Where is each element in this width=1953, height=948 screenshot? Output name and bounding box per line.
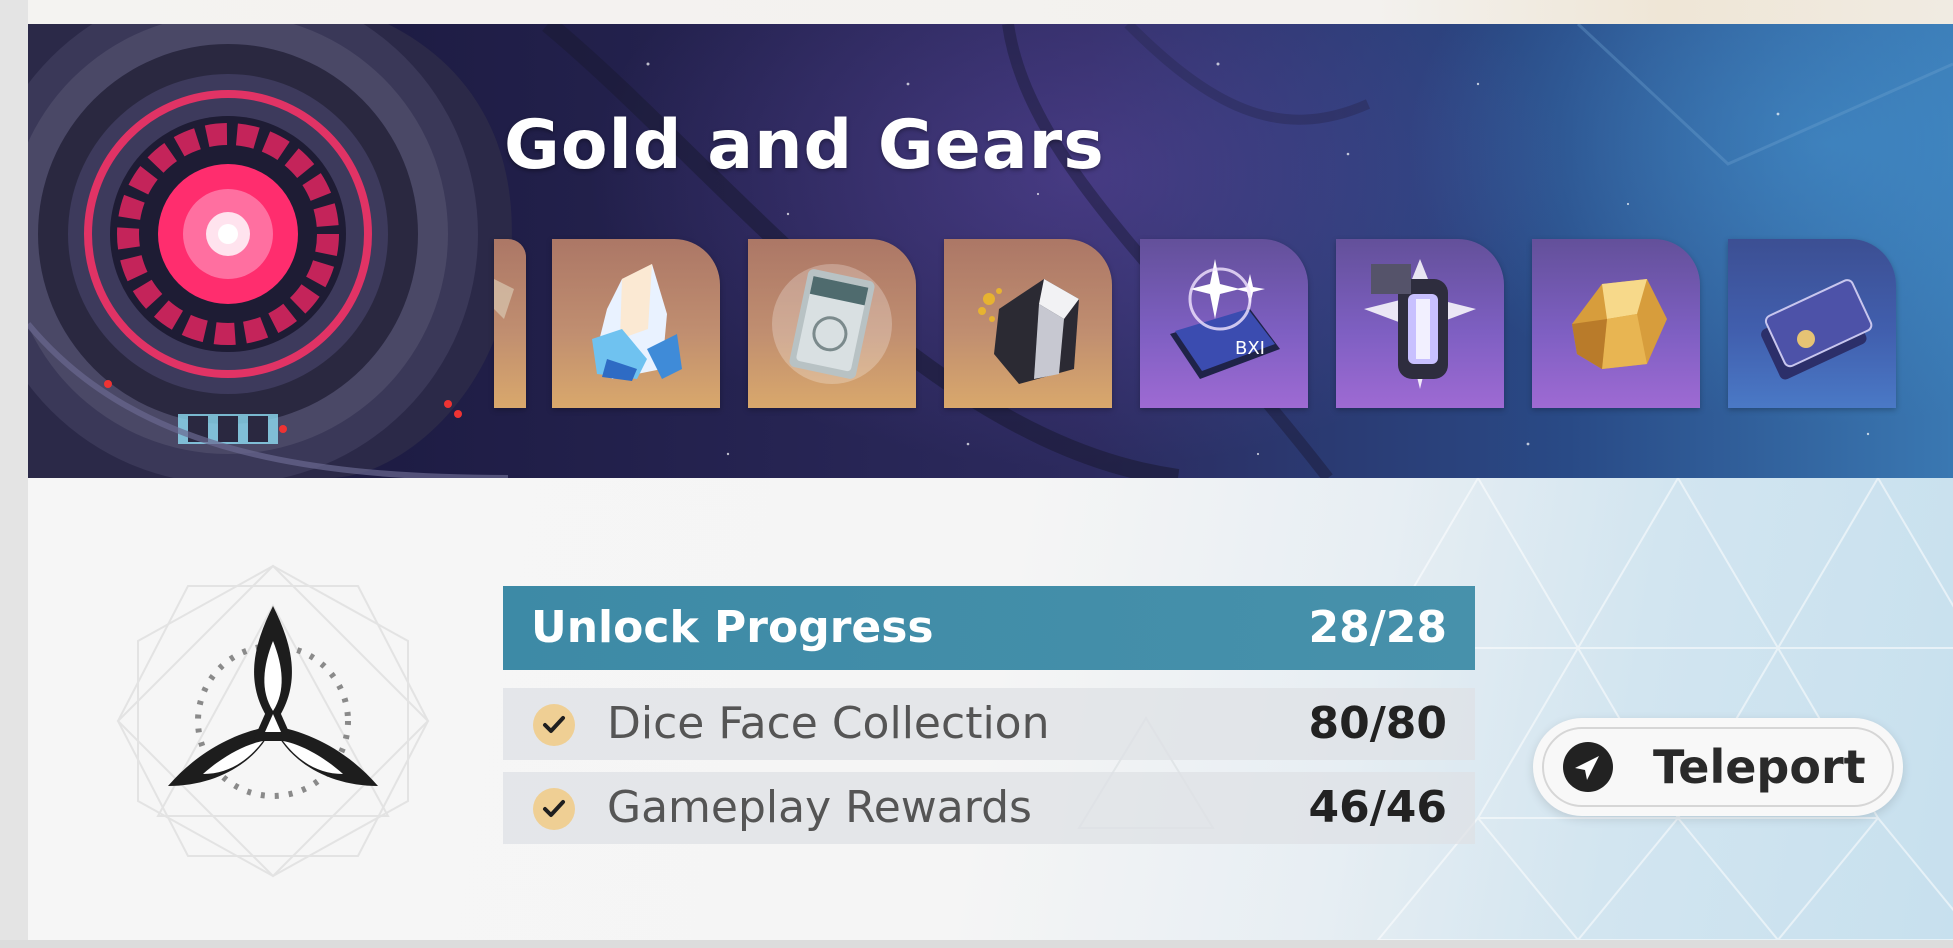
checkmark-icon (533, 704, 575, 746)
reward-item-stellar-jade[interactable] (552, 239, 720, 408)
progress-row-label: Gameplay Rewards (607, 782, 1032, 833)
ore-icon (978, 279, 1079, 384)
unlock-progress-label: Unlock Progress (531, 602, 934, 653)
reward-strip: BXI (494, 239, 1934, 434)
gold-ore-icon (1572, 279, 1667, 369)
lantern-icon (1364, 259, 1476, 389)
event-details-panel: Unlock Progress 28/28 Dice Face Collecti… (28, 478, 1953, 940)
progress-row-gameplay-rewards: Gameplay Rewards 46/46 (503, 772, 1475, 844)
teleport-label: Teleport (1653, 740, 1866, 794)
reward-item-ore-chunk[interactable] (944, 239, 1112, 408)
navigation-arrow-icon (1563, 742, 1613, 792)
event-banner: Gold and Gears BXI (28, 24, 1953, 478)
event-title: Gold and Gears (504, 106, 1105, 185)
bottom-edge (0, 940, 1953, 948)
book-icon: BXI (1170, 259, 1280, 379)
svg-text:BXI: BXI (1235, 338, 1265, 359)
reward-item-star-rail-pass[interactable] (748, 239, 916, 408)
progress-row-dice-face: Dice Face Collection 80/80 (503, 688, 1475, 760)
progress-row-value: 80/80 (1308, 698, 1447, 749)
item-icon (494, 279, 514, 319)
progress-row-value: 46/46 (1308, 782, 1447, 833)
unlock-progress-header: Unlock Progress 28/28 (503, 586, 1475, 670)
reward-item-gold-ore[interactable] (1532, 239, 1700, 408)
crystal-icon (592, 264, 682, 381)
reward-item-partial[interactable] (494, 239, 526, 408)
path-emblem-icon (116, 564, 430, 878)
cards-icon (1761, 279, 1873, 380)
unlock-progress-value: 28/28 (1308, 602, 1447, 653)
teleport-button[interactable]: Teleport (1533, 718, 1903, 816)
reward-item-cards[interactable] (1728, 239, 1896, 408)
ticket-icon (772, 264, 892, 384)
progress-row-label: Dice Face Collection (607, 698, 1050, 749)
top-edge (28, 0, 1953, 24)
reward-item-lantern[interactable] (1336, 239, 1504, 408)
left-edge (0, 0, 28, 948)
checkmark-icon (533, 788, 575, 830)
reward-item-travel-book[interactable]: BXI (1140, 239, 1308, 408)
